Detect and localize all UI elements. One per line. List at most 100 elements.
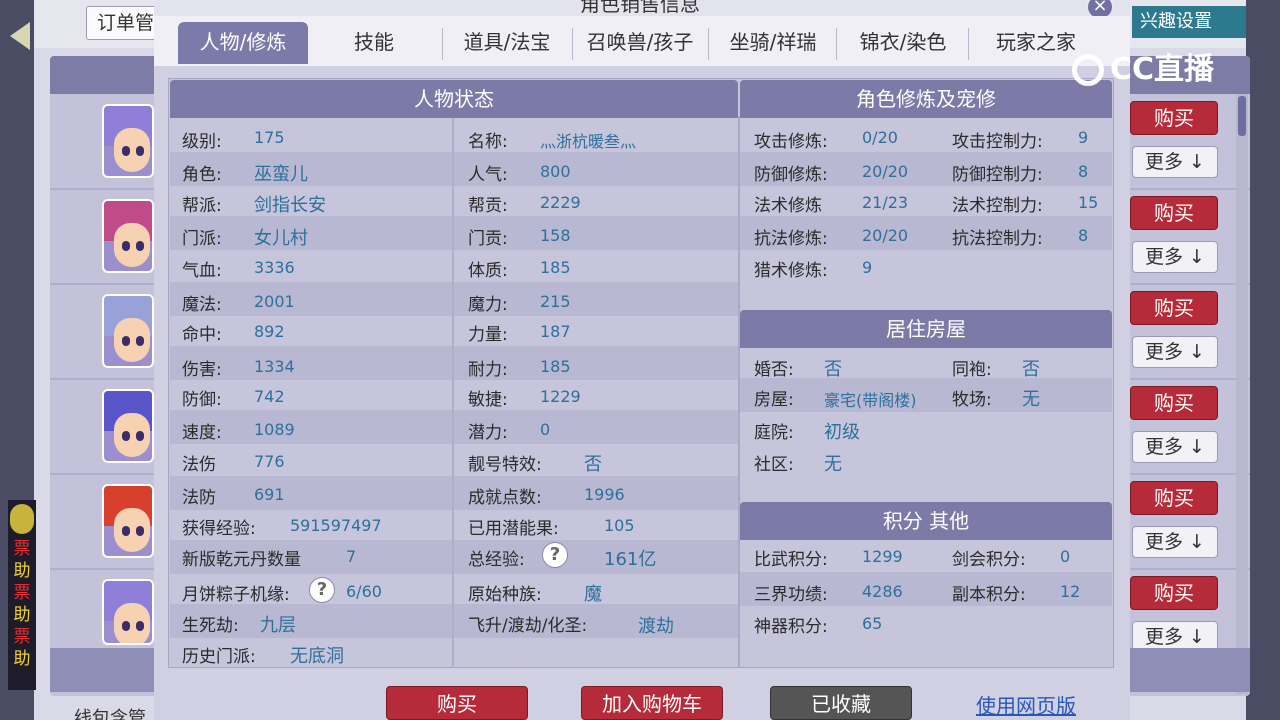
- side-glyph: 助: [13, 561, 31, 581]
- house-value: 无: [1022, 389, 1040, 410]
- house-section-header: 居住房屋: [740, 310, 1112, 348]
- stat-value: 1229: [540, 387, 581, 406]
- side-glyph: 助: [13, 649, 31, 669]
- cultivation-value: 8: [1078, 162, 1089, 181]
- stat-label: 敏捷:: [468, 390, 508, 410]
- status-section-header: 人物状态: [170, 80, 738, 118]
- help-icon[interactable]: ?: [542, 542, 568, 568]
- listing-buy-button[interactable]: 购买: [1130, 101, 1218, 135]
- listing-scrollbar[interactable]: [1236, 94, 1248, 694]
- points-label: 神器积分:: [754, 617, 828, 637]
- listing-buy-button[interactable]: 购买: [1130, 481, 1218, 515]
- stat-label: 门贡:: [468, 229, 508, 249]
- listing-buy-button[interactable]: 购买: [1130, 291, 1218, 325]
- interest-settings-button[interactable]: 兴趣设置: [1132, 6, 1246, 38]
- cc-logo-text: CC直播: [1110, 52, 1215, 87]
- house-label: 牧场:: [952, 390, 992, 410]
- listing-more-button[interactable]: 更多 ↓: [1132, 431, 1218, 463]
- stat-label: 帮贡:: [468, 196, 508, 216]
- listing-buy-button[interactable]: 购买: [1130, 386, 1218, 420]
- listing-scrollbar-thumb[interactable]: [1238, 96, 1246, 136]
- tab-outfits-dyes[interactable]: 锦衣/染色: [842, 22, 964, 64]
- stat-label: 名称:: [468, 132, 508, 152]
- listing-more-button[interactable]: 更多 ↓: [1132, 336, 1218, 368]
- cultivation-label: 攻击修炼:: [754, 132, 828, 152]
- tab-pets-children[interactable]: 召唤兽/孩子: [574, 22, 706, 64]
- stat-value: 剑指长安: [254, 195, 326, 216]
- character-avatar[interactable]: [102, 104, 154, 178]
- stat-label: 角色:: [182, 165, 222, 185]
- cc-logo-icon: [1072, 54, 1104, 86]
- house-label: 庭院:: [754, 423, 794, 443]
- stat-value: 魔: [584, 584, 602, 605]
- stat-label: 人气:: [468, 165, 508, 185]
- buy-button[interactable]: 购买: [386, 686, 528, 720]
- points-value: 0: [1060, 547, 1071, 566]
- points-value: 12: [1060, 582, 1081, 601]
- listing-more-button[interactable]: 更多 ↓: [1132, 241, 1218, 273]
- tab-items-treasures[interactable]: 道具/法宝: [446, 22, 568, 64]
- stat-value: 否: [584, 454, 602, 475]
- side-toggle-icon[interactable]: [10, 504, 34, 534]
- row-stripe: [740, 378, 1112, 412]
- character-avatar[interactable]: [102, 294, 154, 368]
- stat-label: 原始种族:: [468, 585, 542, 605]
- cultivation-value: 9: [1078, 128, 1089, 147]
- stat-value: 渡劫: [638, 616, 674, 637]
- stat-value: 女儿村: [254, 228, 308, 249]
- web-version-link[interactable]: 使用网页版: [976, 690, 1076, 719]
- cultivation-label: 防御修炼:: [754, 165, 828, 185]
- cultivation-value: 9: [862, 258, 873, 277]
- stat-value: 691: [254, 485, 285, 504]
- cultivation-value: 20/20: [862, 226, 909, 245]
- cultivation-label: 法术修炼: [754, 196, 822, 216]
- listing-buy-button[interactable]: 购买: [1130, 576, 1218, 610]
- tab-character-cultivation[interactable]: 人物/修炼: [178, 22, 308, 64]
- listing-more-button[interactable]: 更多 ↓: [1132, 526, 1218, 558]
- stat-value: 0: [540, 420, 551, 439]
- dialog-title: 角色销售信息: [580, 0, 700, 16]
- tab-separator: [968, 28, 969, 60]
- back-arrow-icon[interactable]: [10, 22, 30, 50]
- help-icon[interactable]: ?: [309, 577, 335, 603]
- stat-label: 获得经验:: [182, 519, 256, 539]
- stat-value: 无底洞: [290, 646, 344, 667]
- character-avatar[interactable]: [102, 484, 154, 558]
- points-section-header: 积分 其他: [740, 502, 1112, 540]
- tab-mounts[interactable]: 坐骑/祥瑞: [712, 22, 834, 64]
- stat-label: 级别:: [182, 132, 222, 152]
- cultivation-label: 攻击控制力:: [952, 132, 1043, 152]
- character-avatar[interactable]: [102, 579, 154, 645]
- listing-more-button[interactable]: 更多 ↓: [1132, 146, 1218, 178]
- listing-buy-button[interactable]: 购买: [1130, 196, 1218, 230]
- stat-label: 魔力:: [468, 295, 508, 315]
- character-avatar[interactable]: [102, 389, 154, 463]
- tab-separator: [708, 28, 709, 60]
- stat-value: 3336: [254, 258, 295, 277]
- points-label: 比武积分:: [754, 550, 828, 570]
- stat-value: 105: [604, 516, 635, 535]
- add-to-cart-button[interactable]: 加入购物车: [581, 686, 723, 720]
- cultivation-value: 8: [1078, 226, 1089, 245]
- stat-label: 总经验:: [468, 550, 525, 570]
- side-glyph: 票: [13, 583, 31, 603]
- stat-value: 巫蛮儿: [254, 164, 308, 185]
- stat-label: 法防: [182, 488, 216, 508]
- stat-value: 7: [346, 547, 357, 566]
- stat-label: 门派:: [182, 229, 222, 249]
- cc-live-watermark: CC直播: [1072, 50, 1242, 90]
- character-avatar[interactable]: [102, 199, 154, 273]
- cultivation-section-header: 角色修炼及宠修: [740, 80, 1112, 118]
- stat-label: 已用潜能果:: [468, 519, 559, 539]
- stat-label: 飞升/渡劫/化圣:: [468, 616, 588, 636]
- cultivation-label: 猎术修炼:: [754, 261, 828, 281]
- collected-button[interactable]: 已收藏: [770, 686, 912, 720]
- house-value: 否: [824, 359, 842, 380]
- stat-label: 力量:: [468, 325, 508, 345]
- stat-label: 气血:: [182, 261, 222, 281]
- tab-skills[interactable]: 技能: [318, 22, 430, 64]
- stat-label: 命中:: [182, 325, 222, 345]
- column-divider: [452, 118, 454, 668]
- stat-label: 月饼粽子机缘:: [182, 585, 290, 605]
- house-label: 婚否:: [754, 360, 794, 380]
